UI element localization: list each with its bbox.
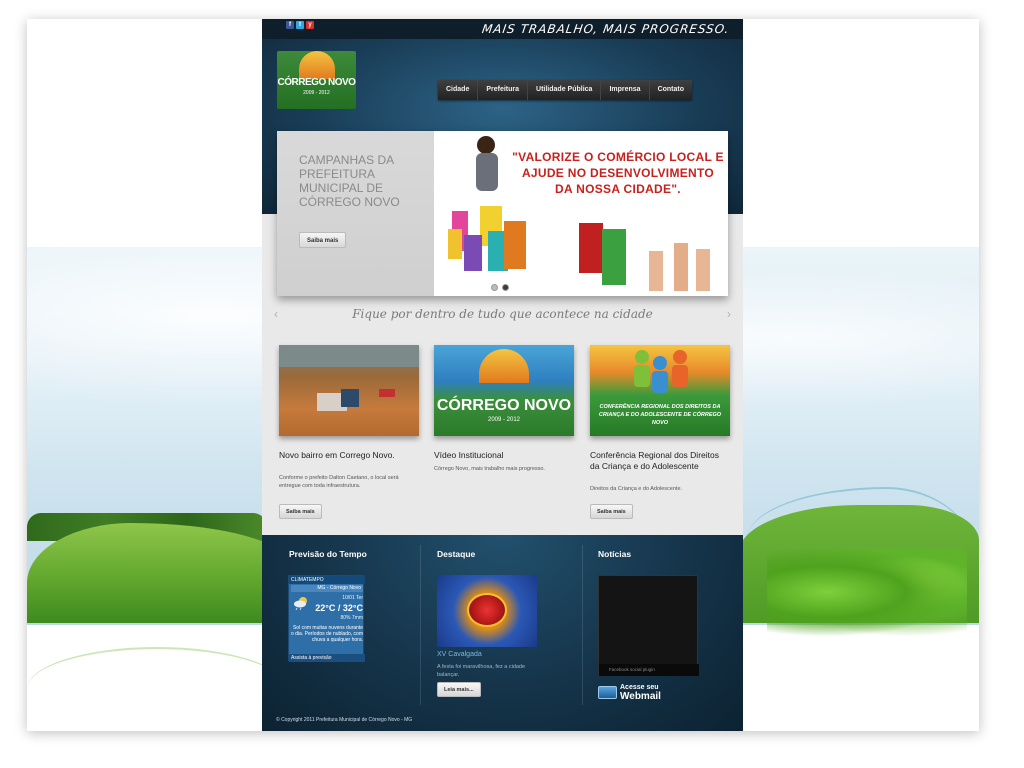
nav-item-imprensa[interactable]: Imprensa <box>601 80 650 100</box>
news-image[interactable]: CONFERÊNCIA REGIONAL DOS DIREITOS DA CRI… <box>590 345 730 436</box>
facebook-widget[interactable]: Facebook social plugin <box>598 575 699 676</box>
section-title: Fique por dentro de tudo que acontece na… <box>352 307 653 321</box>
logo-sun-icon <box>479 349 529 383</box>
website: f t y MAIS TRABALHO, MAIS PROGRESSO. CÓR… <box>262 19 743 731</box>
webmail-link[interactable]: Acesse seu Webmail <box>598 683 678 703</box>
news-title[interactable]: Novo bairro em Corrego Novo. <box>279 450 419 461</box>
weather-title: Previsão do Tempo <box>289 549 367 559</box>
slide-title: CAMPANHAS DA PREFEITURA MUNICIPAL DE CÓR… <box>299 153 400 209</box>
weather-brand: CLIMATEMPO <box>289 576 365 584</box>
image-caption: CONFERÊNCIA REGIONAL DOS DIREITOS DA CRI… <box>598 404 722 426</box>
cavalgada-badge-icon <box>467 593 507 627</box>
copyright: © Copyright 2011 Prefeitura Municipal de… <box>276 717 413 723</box>
nav-item-contato[interactable]: Contato <box>649 80 693 100</box>
logo[interactable]: CÓRREGO NOVO 2009 - 2012 <box>277 51 356 109</box>
slide-more-button[interactable]: Saiba mais <box>299 232 347 248</box>
background-wave <box>27 647 287 717</box>
nav-item-prefeitura[interactable]: Prefeitura <box>478 80 529 100</box>
footer-divider <box>420 545 421 705</box>
weather-city: MG - Córrego Novo <box>291 585 363 592</box>
weather-humidity: 80% 7mm <box>340 615 363 621</box>
hero-slider: CAMPANHAS DA PREFEITURA MUNICIPAL DE CÓR… <box>277 131 728 296</box>
news-more-button[interactable]: Saiba mais <box>590 504 633 519</box>
top-bar: f t y MAIS TRABALHO, MAIS PROGRESSO. <box>262 19 743 39</box>
logo-years: 2009 - 2012 <box>303 90 330 96</box>
news-desc: Conforme o prefeito Dalton Caetano, o lo… <box>279 475 399 489</box>
slide-image: "VALORIZE O COMÉRCIO LOCAL E AJUDE NO DE… <box>434 131 728 296</box>
slider-dots <box>491 284 509 291</box>
background-hill <box>27 523 287 623</box>
weather-desc: Sol com muitas nuvens durante o dia. Per… <box>291 625 363 643</box>
mail-icon <box>598 686 617 699</box>
youtube-icon[interactable]: y <box>306 21 314 29</box>
construction-illustration <box>279 345 419 411</box>
highlight-caption[interactable]: XV Cavalgada <box>437 651 482 658</box>
main-nav: Cidade Prefeitura Utilidade Pública Impr… <box>438 80 693 100</box>
footer: Previsão do Tempo Destaque Notícias CLIM… <box>262 535 743 731</box>
slider-dot[interactable] <box>491 284 498 291</box>
image-title: CÓRREGO NOVO <box>436 397 572 414</box>
nav-item-utilidade-publica[interactable]: Utilidade Pública <box>528 80 602 100</box>
slide-caption: CAMPANHAS DA PREFEITURA MUNICIPAL DE CÓR… <box>277 131 434 296</box>
weather-forecast-link[interactable]: Assista à previsão <box>289 654 365 662</box>
nav-item-cidade[interactable]: Cidade <box>438 80 479 100</box>
footer-divider <box>582 545 583 705</box>
shopping-illustration <box>448 136 710 291</box>
news-image[interactable] <box>279 345 419 436</box>
highlight-desc: A festa foi maravilhosa, fez a cidade ba… <box>437 664 526 678</box>
news-title[interactable]: Conferência Regional dos Direitos da Cri… <box>590 450 730 472</box>
section-heading: ‹ Fique por dentro de tudo que acontece … <box>274 303 731 329</box>
news-desc: Direitos da Criança e do Adolescente. <box>590 486 683 492</box>
image-years: 2009 - 2012 <box>487 417 521 423</box>
news-image[interactable]: CÓRREGO NOVO 2009 - 2012 <box>434 345 574 436</box>
facebook-plugin-label: Facebook social plugin <box>599 664 699 676</box>
news-more-button[interactable]: Saiba mais <box>279 504 322 519</box>
carousel-next-icon[interactable]: › <box>727 307 731 321</box>
webmail-label-2: Webmail <box>620 691 661 702</box>
facebook-icon[interactable]: f <box>286 21 294 29</box>
highlight-title: Destaque <box>437 549 476 559</box>
twitter-icon[interactable]: t <box>296 21 304 29</box>
header: CÓRREGO NOVO 2009 - 2012 Cidade Prefeitu… <box>262 39 743 296</box>
webmail-label-1: Acesse seu <box>620 684 659 691</box>
weather-temp: 22°C / 32°C <box>315 603 363 613</box>
slider-dot-active[interactable] <box>502 284 509 291</box>
highlight-image[interactable] <box>437 575 537 647</box>
weather-date: 10/01 Ter <box>342 595 363 601</box>
weather-widget[interactable]: CLIMATEMPO MG - Córrego Novo 10/01 Ter 2… <box>288 575 365 662</box>
news-section-title: Notícias <box>598 549 632 559</box>
news-title[interactable]: Vídeo Institucional <box>434 450 574 461</box>
social-links: f t y <box>286 21 314 29</box>
slogan: MAIS TRABALHO, MAIS PROGRESSO. <box>480 22 730 36</box>
children-icon <box>634 350 688 393</box>
news-desc: Córrego Novo, mais trabalho mais progres… <box>434 466 545 472</box>
background-leaves <box>767 547 967 637</box>
logo-sun-icon <box>299 51 335 79</box>
read-more-button[interactable]: Leia mais... <box>437 682 481 697</box>
logo-title: CÓRREGO NOVO <box>277 77 356 88</box>
